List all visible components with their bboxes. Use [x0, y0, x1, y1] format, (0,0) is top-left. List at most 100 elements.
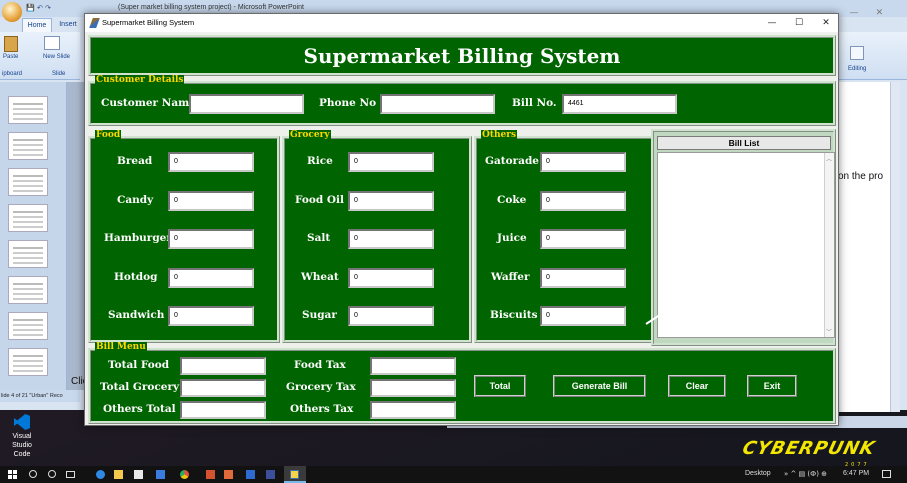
chevron-up-icon[interactable]: ︿ — [826, 154, 832, 163]
total-grocery-field[interactable] — [180, 379, 266, 397]
paste-icon[interactable] — [4, 36, 18, 52]
new-slide-label[interactable]: New Slide — [43, 54, 70, 60]
system-tray[interactable]: » ^ ▤ (Ф) ⊕ — [784, 470, 827, 478]
candy-quantity-field[interactable]: 0 — [168, 191, 254, 211]
hamburger-quantity-field[interactable]: 0 — [168, 229, 254, 249]
editing-label[interactable]: Editing — [848, 66, 866, 72]
editing-icon[interactable] — [850, 46, 864, 60]
bill-no-field[interactable]: 4461 — [562, 94, 677, 114]
others-tax-label: Others Tax — [290, 403, 354, 415]
gatorade-quantity-field[interactable]: 0 — [540, 152, 626, 172]
search-icon[interactable] — [29, 470, 37, 478]
desktop-toolbar-label[interactable]: Desktop — [745, 470, 771, 477]
quick-access-toolbar[interactable]: 💾 ↶ ↷ — [26, 4, 51, 12]
slide-thumbnail[interactable] — [8, 240, 48, 268]
phone-no-field[interactable] — [380, 94, 495, 114]
slide-thumbnail[interactable] — [8, 96, 48, 124]
salt-label: Salt — [307, 232, 331, 244]
grocery-frame: Grocery Rice 0 Food Oil 0 Salt 0 Wheat 0… — [282, 130, 472, 343]
total-button[interactable]: Total — [474, 375, 526, 397]
word-taskbar-icon[interactable] — [246, 470, 255, 479]
wheat-quantity-field[interactable]: 0 — [348, 268, 434, 288]
slide-thumbnail[interactable] — [8, 204, 48, 232]
others-tax-field[interactable] — [370, 401, 456, 419]
paste-label[interactable]: Paste — [3, 54, 18, 60]
hotdog-label: Hotdog — [114, 271, 158, 283]
python-taskbar-icon[interactable] — [290, 470, 299, 479]
minimize-button[interactable]: — — [758, 14, 786, 32]
biscuits-quantity-field[interactable]: 0 — [540, 306, 626, 326]
powerpoint-taskbar-icon[interactable] — [206, 470, 215, 479]
customer-name-label: Customer Name — [101, 97, 196, 109]
windows-start-icon[interactable] — [8, 470, 17, 479]
slide-thumbnail[interactable] — [8, 312, 48, 340]
cortana-icon[interactable] — [48, 470, 56, 478]
sandwich-label: Sandwich — [108, 309, 165, 321]
slide-thumbnail[interactable] — [8, 168, 48, 196]
grocery-tax-field[interactable] — [370, 379, 456, 397]
new-slide-icon[interactable] — [44, 36, 60, 50]
others-total-field[interactable] — [180, 401, 266, 419]
salt-quantity-field[interactable]: 0 — [348, 229, 434, 249]
bread-quantity-field[interactable]: 0 — [168, 152, 254, 172]
background-window-controls[interactable]: — ✕ — [838, 8, 907, 24]
tab-home[interactable]: Home — [22, 18, 52, 32]
slide-thumbnail[interactable] — [8, 276, 48, 304]
app-titlebar[interactable]: Supermarket Billing System — ☐ ✕ — [85, 14, 838, 32]
gatorade-label: Gatorade — [485, 155, 539, 167]
slide-thumbnail[interactable] — [8, 348, 48, 376]
bill-list-textarea[interactable]: ︿ ﹀ — [657, 152, 835, 338]
bill-list-header: Bill List — [657, 136, 831, 150]
slides-group-label: Slide — [52, 71, 66, 77]
sandwich-quantity-field[interactable]: 0 — [168, 306, 254, 326]
total-food-field[interactable] — [180, 357, 266, 375]
office-button-icon[interactable] — [2, 2, 22, 22]
coke-quantity-field[interactable]: 0 — [540, 191, 626, 211]
customer-name-field[interactable] — [189, 94, 304, 114]
word-scrollbar[interactable] — [890, 82, 900, 412]
app-taskbar-icon[interactable] — [266, 470, 275, 479]
vscode-icon — [14, 414, 30, 430]
notification-icon[interactable] — [882, 470, 891, 478]
app-taskbar-icon[interactable] — [224, 470, 233, 479]
candy-label: Candy — [117, 194, 154, 206]
chrome-icon[interactable] — [180, 470, 189, 479]
page-title: Supermarket Billing System — [303, 44, 621, 68]
ppt-ribbon: Paste New Slide ipboard Slide — [0, 32, 80, 80]
word-document-page[interactable] — [838, 82, 893, 412]
wheat-label: Wheat — [301, 271, 339, 283]
slide-thumbnail-panel[interactable] — [0, 82, 67, 390]
slide-thumbnail[interactable] — [8, 132, 48, 160]
clock[interactable]: 6:47 PM — [843, 470, 869, 477]
total-grocery-label: Total Grocery — [100, 381, 180, 393]
maximize-button[interactable]: ☐ — [785, 14, 813, 32]
tab-insert[interactable]: Insert — [54, 18, 82, 32]
juice-quantity-field[interactable]: 0 — [540, 229, 626, 249]
generate-bill-button[interactable]: Generate Bill — [553, 375, 646, 397]
food-legend: Food — [95, 130, 122, 141]
vscode-desktop-icon[interactable]: Visual Studio Code — [4, 412, 40, 458]
bread-label: Bread — [117, 155, 153, 167]
hotdog-quantity-field[interactable]: 0 — [168, 268, 254, 288]
food-oil-quantity-field[interactable]: 0 — [348, 191, 434, 211]
food-tax-field[interactable] — [370, 357, 456, 375]
sugar-label: Sugar — [302, 309, 337, 321]
customer-details-legend: Customer Details — [95, 75, 185, 86]
exit-button[interactable]: Exit — [747, 375, 797, 397]
hamburger-label: Hamburger — [104, 232, 172, 244]
close-button[interactable]: ✕ — [812, 14, 840, 32]
chevron-down-icon[interactable]: ﹀ — [826, 327, 832, 336]
sugar-quantity-field[interactable]: 0 — [348, 306, 434, 326]
file-explorer-icon[interactable] — [114, 470, 123, 479]
edge-browser-icon[interactable] — [96, 470, 105, 479]
task-view-icon[interactable] — [66, 471, 75, 478]
grocery-tax-label: Grocery Tax — [286, 381, 356, 393]
others-legend: Others — [481, 130, 518, 141]
clear-button[interactable]: Clear — [668, 375, 726, 397]
rice-quantity-field[interactable]: 0 — [348, 152, 434, 172]
waffer-quantity-field[interactable]: 0 — [540, 268, 626, 288]
mail-icon[interactable] — [156, 470, 165, 479]
store-icon[interactable] — [134, 470, 143, 479]
others-frame: Others Gatorade 0 Coke 0 Juice 0 Waffer … — [474, 130, 656, 343]
bill-list-scrollbar[interactable]: ︿ ﹀ — [824, 153, 834, 337]
